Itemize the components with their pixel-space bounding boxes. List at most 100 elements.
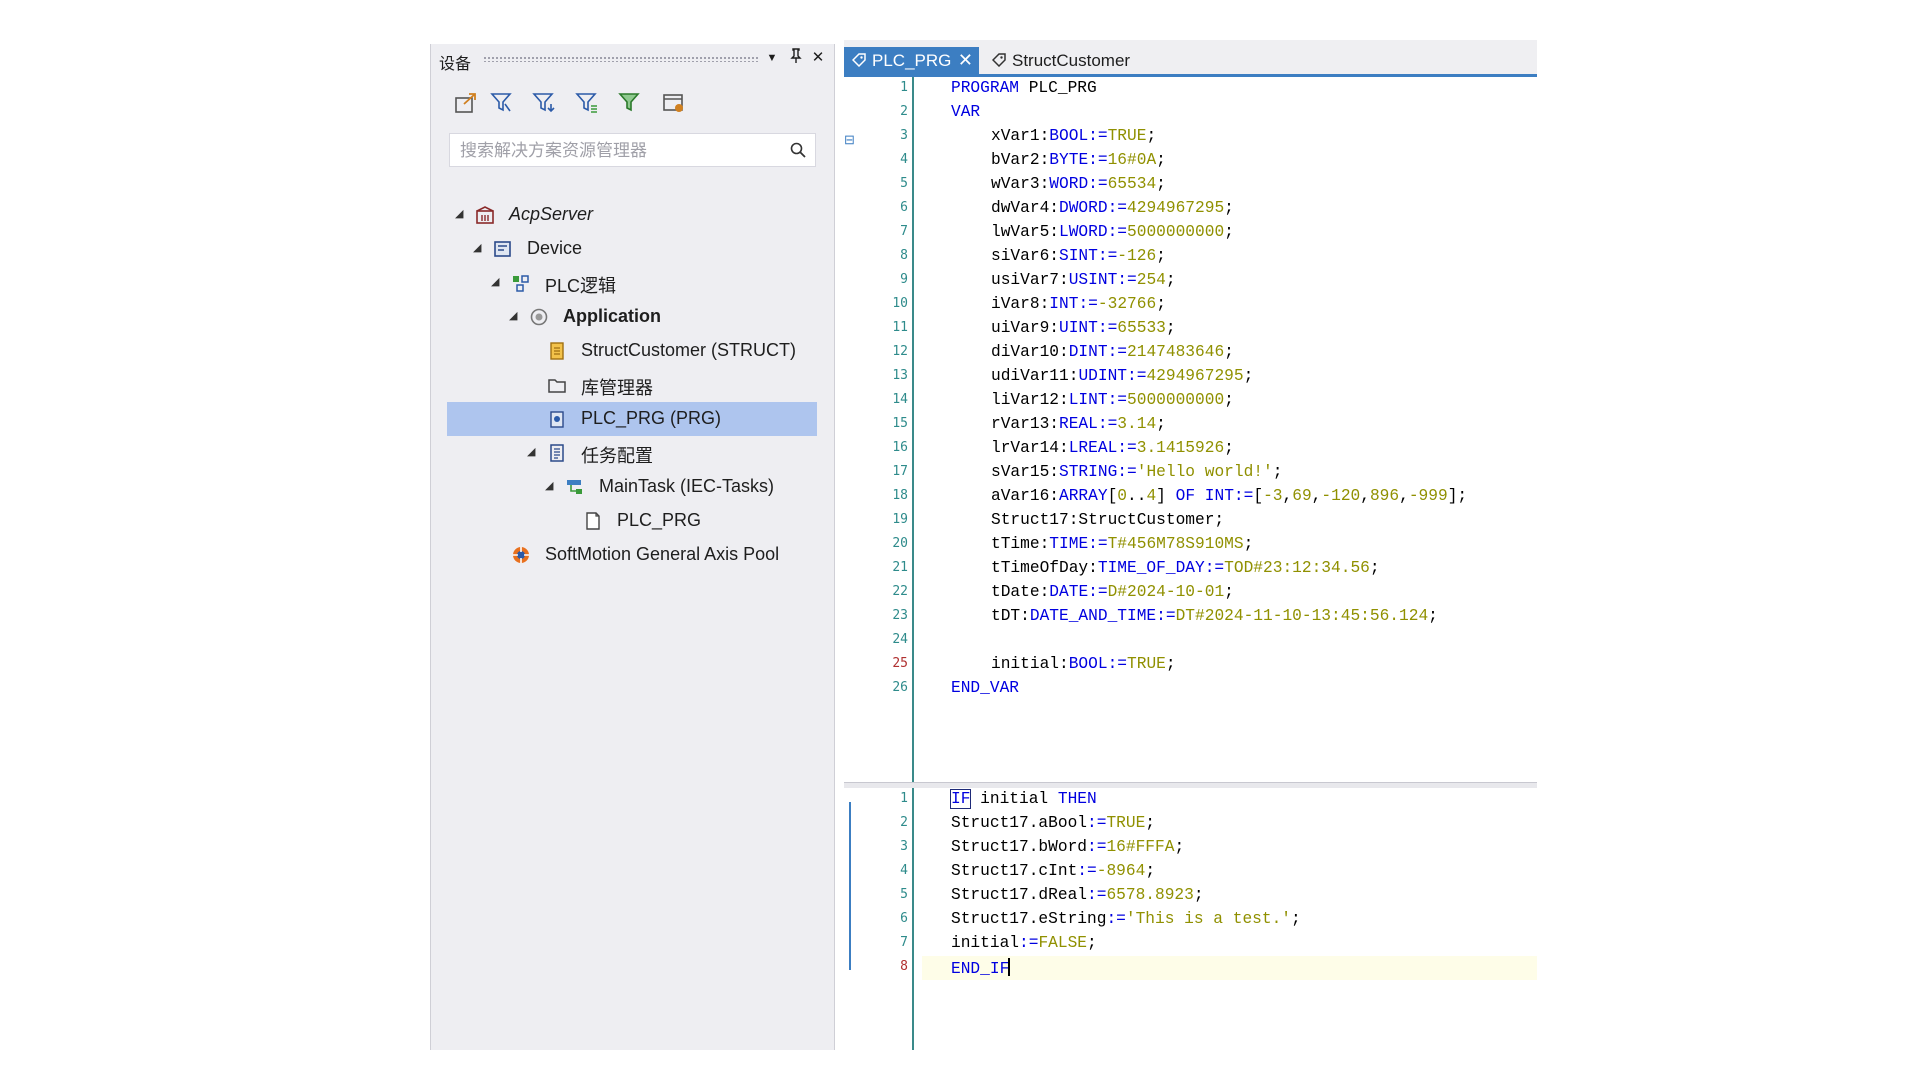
tree-node-task-config[interactable]: ◢ 任务配置 — [447, 436, 817, 470]
code-line: 17 sVar15:STRING:='Hello world!'; — [844, 461, 1537, 485]
code-text[interactable]: rVar13:REAL:=3.14; — [991, 415, 1166, 433]
code-line: 8 siVar6:SINT:=-126; — [844, 245, 1537, 269]
panel-menu-dropdown-icon[interactable]: ▼ — [762, 48, 782, 68]
expander-icon[interactable]: ◢ — [473, 242, 485, 254]
code-text[interactable]: udiVar11:UDINT:=4294967295; — [991, 367, 1253, 385]
code-text[interactable]: tTimeOfDay:TIME_OF_DAY:=TOD#23:12:34.56; — [991, 559, 1380, 577]
code-line: 20 tTime:TIME:=T#456M78S910MS; — [844, 533, 1537, 557]
declaration-pane[interactable]: ⊟ 1 PROGRAM PLC_PRG 2 VAR 3 xVar1:BOOL:=TRU… — [844, 77, 1537, 782]
code-text[interactable]: Struct17.cInt:=-8964; — [951, 862, 1155, 880]
line-number: 26 — [892, 680, 908, 695]
code-line: 2 VAR — [844, 101, 1537, 125]
program-call-icon — [583, 511, 603, 531]
code-line: 23 tDT:DATE_AND_TIME:=DT#2024-11-10-13:45… — [844, 605, 1537, 629]
code-text[interactable]: PROGRAM PLC_PRG — [951, 79, 1097, 97]
code-text[interactable]: bVar2:BYTE:=16#0A; — [991, 151, 1166, 169]
code-text[interactable]: aVar16:ARRAY[0..4] OF INT:=[-3,69,-120,8… — [991, 487, 1467, 505]
code-text[interactable]: usiVar7:USINT:=254; — [991, 271, 1176, 289]
code-text[interactable]: tTime:TIME:=T#456M78S910MS; — [991, 535, 1253, 553]
close-tab-icon[interactable]: ✕ — [958, 49, 973, 71]
tree-node-acpserver[interactable]: ◢ AcpServer — [447, 198, 817, 232]
server-icon — [475, 205, 495, 225]
export-icon[interactable] — [453, 90, 481, 118]
expander-icon[interactable]: ◢ — [545, 480, 557, 492]
task-config-icon — [547, 443, 567, 463]
tab-plc-prg[interactable]: PLC_PRG ✕ — [844, 47, 979, 74]
tree-node-plc-prg[interactable]: PLC_PRG (PRG) — [447, 402, 817, 436]
code-text[interactable]: lwVar5:LWORD:=5000000000; — [991, 223, 1234, 241]
filter-down-icon[interactable] — [531, 90, 559, 118]
code-text[interactable]: initial:BOOL:=TRUE; — [991, 655, 1176, 673]
tree-node-plc-logic[interactable]: ◢ PLC逻辑 — [447, 266, 817, 300]
axis-pool-icon — [511, 545, 531, 565]
tree-node-device[interactable]: ◢ Device — [447, 232, 817, 266]
code-text[interactable]: Struct17.eString:='This is a test.'; — [951, 910, 1301, 928]
code-text[interactable]: END_VAR — [951, 679, 1019, 697]
code-text[interactable]: iVar8:INT:=-32766; — [991, 295, 1166, 313]
code-text[interactable]: wVar3:WORD:=65534; — [991, 175, 1166, 193]
search-input[interactable] — [458, 138, 782, 164]
code-text[interactable]: xVar1:BOOL:=TRUE; — [991, 127, 1156, 145]
code-line: 7 lwVar5:LWORD:=5000000000; — [844, 221, 1537, 245]
code-text[interactable]: liVar12:LINT:=5000000000; — [991, 391, 1234, 409]
code-text[interactable]: lrVar14:LREAL:=3.1415926; — [991, 439, 1234, 457]
tree-node-axis-pool[interactable]: SoftMotion General Axis Pool — [447, 538, 817, 572]
tree-node-application[interactable]: ◢ Application — [447, 300, 817, 334]
device-icon — [493, 239, 513, 259]
code-text[interactable]: uiVar9:UINT:=65533; — [991, 319, 1176, 337]
panel-header: 设备 ▼ ✕ — [431, 44, 834, 73]
panel-drag-grip[interactable] — [483, 56, 759, 62]
expander-icon[interactable]: ◢ — [527, 446, 539, 458]
line-number: 3 — [900, 839, 908, 854]
code-text[interactable]: initial:=FALSE; — [951, 934, 1097, 952]
code-text[interactable]: IF initial THEN — [949, 789, 1097, 809]
code-line: 26 END_VAR — [844, 677, 1537, 701]
tab-structcustomer[interactable]: StructCustomer — [984, 47, 1144, 74]
code-line: 22 tDate:DATE:=D#2024-10-01; — [844, 581, 1537, 605]
code-line: 24 — [844, 629, 1537, 653]
tree-node-plc-prg-call[interactable]: PLC_PRG — [447, 504, 817, 538]
plc-logic-icon — [511, 273, 531, 293]
code-text[interactable]: VAR — [951, 103, 980, 121]
code-line: 1 PROGRAM PLC_PRG — [844, 77, 1537, 101]
code-line: 1 IF initial THEN — [844, 788, 1537, 812]
expander-icon[interactable]: ◢ — [455, 208, 467, 220]
pin-icon[interactable] — [786, 48, 806, 68]
code-text[interactable]: Struct17.bWord:=16#FFFA; — [951, 838, 1184, 856]
code-text[interactable]: dwVar4:DWORD:=4294967295; — [991, 199, 1234, 217]
filter-edit-icon[interactable] — [574, 90, 602, 118]
tree-node-label: PLC_PRG — [617, 510, 702, 530]
code-text[interactable]: Struct17.aBool:=TRUE; — [951, 814, 1155, 832]
close-panel-icon[interactable]: ✕ — [808, 48, 828, 68]
code-line: 2 Struct17.aBool:=TRUE; — [844, 812, 1537, 836]
code-line: 4 bVar2:BYTE:=16#0A; — [844, 149, 1537, 173]
code-line: 9 usiVar7:USINT:=254; — [844, 269, 1537, 293]
line-number: 25 — [892, 656, 908, 671]
code-text[interactable]: END_IF — [951, 958, 1011, 978]
tree-node-structcustomer[interactable]: StructCustomer (STRUCT) — [447, 334, 817, 368]
editor-tab-bar: PLC_PRG ✕ StructCustomer — [844, 40, 1537, 75]
filter-add-icon[interactable] — [489, 90, 517, 118]
code-text[interactable]: Struct17:StructCustomer; — [991, 511, 1224, 529]
window-settings-icon[interactable] — [661, 90, 689, 118]
filter-active-icon[interactable] — [617, 90, 645, 118]
code-text[interactable]: diVar10:DINT:=2147483646; — [991, 343, 1234, 361]
tree-node-label: StructCustomer (STRUCT) — [581, 340, 797, 360]
code-line: 3 Struct17.bWord:=16#FFFA; — [844, 836, 1537, 860]
line-number: 2 — [900, 815, 908, 830]
code-text[interactable]: sVar15:STRING:='Hello world!'; — [991, 463, 1282, 481]
panel-title: 设备 — [439, 56, 472, 73]
line-number: 18 — [892, 488, 908, 503]
expander-icon[interactable]: ◢ — [491, 276, 503, 288]
code-text[interactable]: tDate:DATE:=D#2024-10-01; — [991, 583, 1234, 601]
expander-icon[interactable]: ◢ — [509, 310, 521, 322]
search-icon[interactable] — [789, 141, 807, 159]
implementation-pane[interactable]: 1 IF initial THEN 2 Struct17.aBool:=TRUE; … — [844, 788, 1537, 1050]
code-text[interactable]: tDT:DATE_AND_TIME:=DT#2024-11-10-13:45:5… — [991, 607, 1438, 625]
tree-node-maintask[interactable]: ◢ MainTask (IEC-Tasks) — [447, 470, 817, 504]
code-line: 5 wVar3:WORD:=65534; — [844, 173, 1537, 197]
code-line: 14 liVar12:LINT:=5000000000; — [844, 389, 1537, 413]
code-text[interactable]: Struct17.dReal:=6578.8923; — [951, 886, 1204, 904]
code-text[interactable]: siVar6:SINT:=-126; — [991, 247, 1166, 265]
tree-node-library-manager[interactable]: 库管理器 — [447, 368, 817, 402]
